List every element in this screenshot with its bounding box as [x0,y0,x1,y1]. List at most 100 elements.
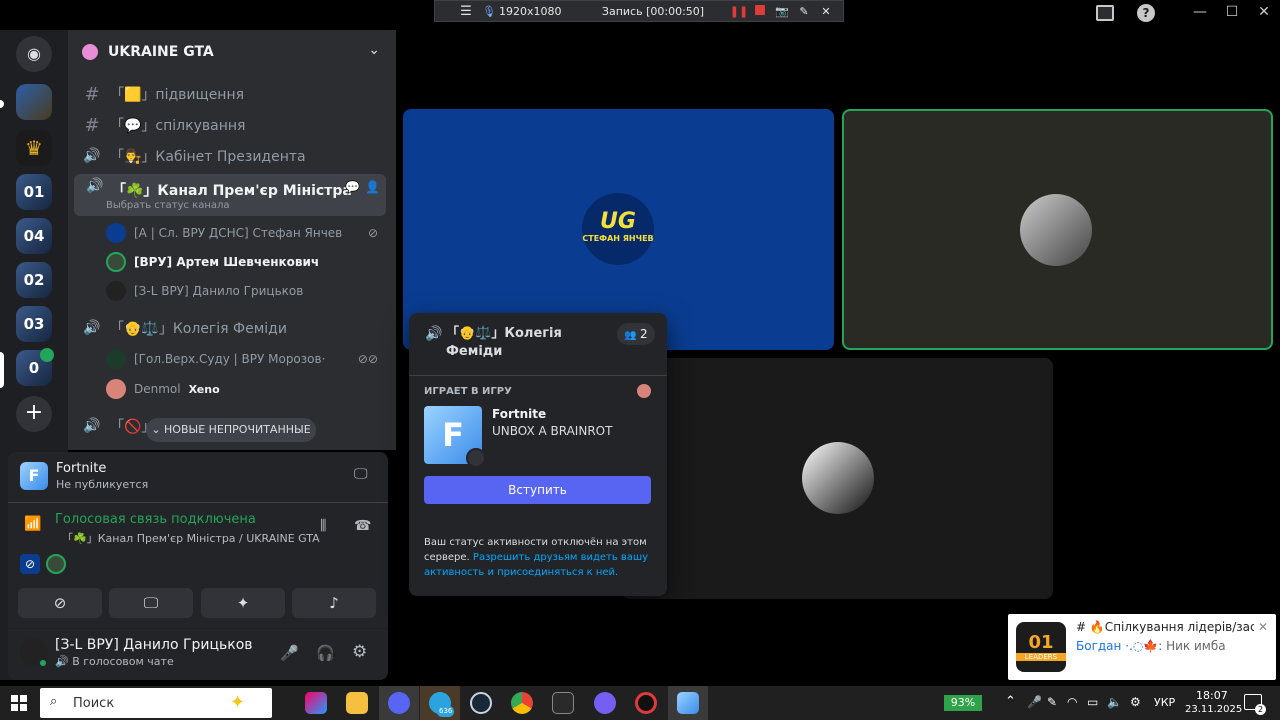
voice-connected-label[interactable]: Голосовая связь подключена [55,512,256,527]
server-icon-1[interactable] [16,84,52,120]
divider [409,375,667,376]
file-explorer-icon[interactable] [346,692,368,714]
copilot-icon[interactable] [305,692,327,714]
channel-podvyshchennia[interactable]: # 「🟨」підвищення [80,80,388,108]
tray-pen-icon[interactable]: ✎ [1047,695,1057,709]
minimize-icon[interactable]: — [1190,4,1210,26]
server-icon-01[interactable]: 01 [16,174,52,210]
recorder-icon[interactable] [635,692,657,714]
channel-spilkuvannia[interactable]: # 「💬」спілкування [80,111,388,139]
new-unread-label: НОВЫЕ НЕПРОЧИТАННЫЕ [164,423,311,436]
headphones-icon[interactable]: 🎧 [316,644,335,662]
discord-home-icon[interactable]: ◉ [16,36,52,72]
steam-icon[interactable] [470,692,492,714]
fortnite-taskbar-icon[interactable] [677,692,699,714]
notification-title: # 🔥Спілкування лідерів/засту... [1076,620,1254,634]
activities-button[interactable]: ✦ [201,588,285,618]
voice-channel-icon: 🔊 [425,326,443,342]
notification-logo: 01 LEADERS [1016,622,1066,672]
camera-off-button[interactable]: ⊘ [18,588,102,618]
screen-share-icon[interactable]: 🖵 [354,466,368,482]
server-icon-crown[interactable]: ♛ [16,130,52,166]
pause-icon[interactable]: ❚❚ [729,5,749,18]
channel-kabinet-prezydenta[interactable]: 🔊 「👨‍⚖️」Кабінет Президента [80,142,388,170]
microphone-icon[interactable]: 🎤 [280,644,299,662]
discord-taskbar-icon[interactable] [388,692,410,714]
avatar-logo-bottom: СТЕФАН ЯНЧЕВ [582,234,654,243]
recording-toolbar: ☰ 🎙 1920x1080 Запись [00:00:50] ❚❚ 📷 ✎ ✕ [434,0,844,22]
new-unread-pill[interactable]: ⌄ НОВЫЕ НЕПРОЧИТАННЫЕ [146,418,316,442]
wifi-icon[interactable]: ◠ [1067,695,1077,709]
viber-icon[interactable] [594,692,616,714]
channel-kolehiia-femidy[interactable]: 🔊 「👴⚖️」Колегія Феміди [80,314,388,342]
soundboard-button[interactable]: ♪ [292,588,376,618]
gear-icon[interactable]: ⚙ [352,642,367,662]
username[interactable]: [З-L ВРУ] Данило Грицьков [55,637,253,653]
join-button[interactable]: Вступить [424,476,651,504]
tray-chevron-icon[interactable]: ⌃ [1005,694,1016,709]
language-indicator[interactable]: УКР [1154,696,1175,709]
disconnect-icon[interactable]: ☎ [354,518,371,534]
stop-icon[interactable] [749,4,771,18]
chevron-down-icon[interactable]: ⌄ [368,42,380,58]
add-server-icon[interactable]: + [16,396,52,432]
window-close-icon[interactable]: ✕ [1254,4,1274,26]
channel-pm-selected[interactable]: 🔊 「☘️」Канал Прем'єр Міністра Выбрать ста… [74,174,386,216]
clock-time[interactable]: 18:07 [1196,689,1228,702]
help-icon[interactable]: ? [1137,4,1157,26]
voice-channel-icon: 🔊 [83,320,101,336]
video-tile-speaking[interactable] [842,109,1273,350]
menu-icon[interactable]: ☰ [453,4,479,19]
notification-logo-bottom: LEADERS [1016,653,1066,661]
taskbar-search[interactable]: ⌕ Поиск ✦ [40,688,272,718]
avatar [802,442,874,514]
add-member-icon[interactable]: 👤 [365,180,380,194]
avatar-logo-top: UG [600,209,636,234]
deafened-icon: ⊘ [367,226,378,240]
voice-member[interactable]: [ВРУ] Артем Шевченкович [106,249,386,275]
muted-icon: ⊘⊘ [357,352,378,366]
user-status-label: В голосовом чате [72,655,174,668]
microphone-icon[interactable]: 🎙 [479,5,499,18]
tray-app-icon[interactable]: ⚙ [1130,695,1141,709]
video-tile-third[interactable] [622,358,1053,599]
chat-icon[interactable]: 💬 [345,180,360,194]
inbox-icon[interactable] [1094,4,1116,26]
voice-member[interactable]: [Гол.Верх.Суду | ВРУ Морозов· ⊘⊘ [106,346,386,372]
server-header[interactable]: UKRAINE GTA ⌄ [68,30,396,74]
camera-icon[interactable]: 📷 [771,5,793,18]
channel-status-hint[interactable]: Выбрать статус канала [106,200,230,211]
member-name: [ВРУ] Артем Шевченкович [134,255,320,269]
member-name: [З-L ВРУ] Данило Грицьков [134,284,304,298]
close-icon[interactable]: ✕ [1258,620,1268,634]
recording-timer: Запись [00:00:50] [601,4,705,18]
share-screen-button[interactable]: 🖵 [109,588,193,618]
tray-microphone-icon[interactable]: 🎤 [1027,695,1042,709]
close-icon[interactable]: ✕ [815,5,837,18]
chrome-icon[interactable] [511,692,533,714]
resolution-label: 1920x1080 [499,4,562,18]
volume-icon[interactable]: 🔈 [1107,695,1122,709]
clock-date[interactable]: 23.11.2025 [1185,704,1242,715]
pen-icon[interactable]: ✎ [793,5,815,18]
desktop-notification[interactable]: 01 LEADERS # 🔥Спілкування лідерів/засту.… [1008,614,1276,680]
noise-suppression-icon[interactable]: ⫼ [320,518,326,534]
tray-battery-icon[interactable]: ▭ [1087,695,1098,709]
voice-channel-icon: 🔊 [86,178,104,194]
activity-note: Ваш статус активности отключён на этом с… [424,535,654,580]
voice-channel-path[interactable]: 「☘️」Канал Прем'єр Міністра / UKRAINE GTA [62,530,320,546]
avatar [106,349,126,369]
windows-start-icon[interactable] [11,695,27,711]
divider [8,628,388,629]
voice-channel-icon: 🔊 [83,418,101,434]
server-icon-02[interactable]: 02 [16,262,52,298]
avatar [106,252,126,272]
maximize-icon[interactable]: ☐ [1222,4,1242,26]
epic-games-icon[interactable] [552,692,574,714]
server-icon-03[interactable]: 03 [16,306,52,342]
voice-member[interactable]: Denmol Xeno [106,376,386,402]
voice-member[interactable]: [А | Сл. ВРУ ДСНС] Стефан Янчев ⊘ [106,220,386,246]
voice-member[interactable]: [З-L ВРУ] Данило Грицьков [106,278,386,304]
server-icon-04[interactable]: 04 [16,218,52,254]
battery-indicator[interactable]: 93% [944,695,982,711]
